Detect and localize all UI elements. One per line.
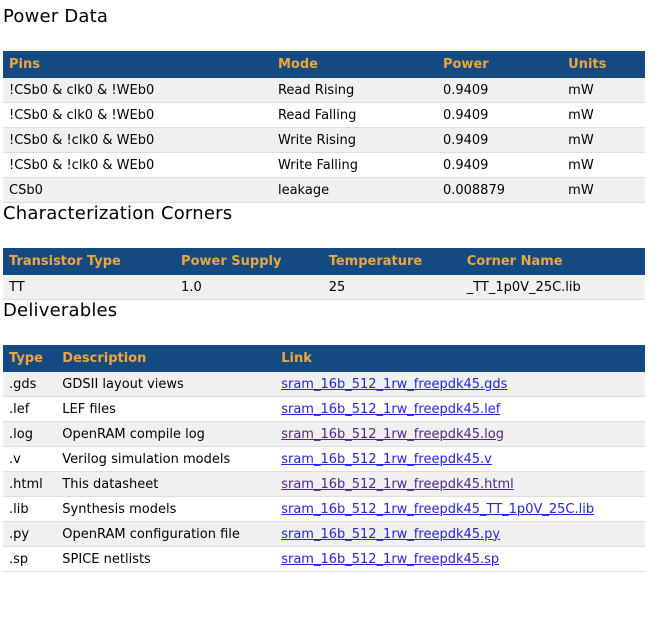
cell-link: sram_16b_512_1rw_freepdk45.html [275,472,645,497]
table-row: .spSPICE netlists sram_16b_512_1rw_freepd… [3,547,645,572]
cell-power-supply: 1.0 [175,275,323,300]
cell-power: 0.9409 [437,103,562,128]
column-header-units: Units [562,51,645,78]
cell-type: .v [3,447,56,472]
cell-description: SPICE netlists [56,547,275,572]
file-link[interactable]: sram_16b_512_1rw_freepdk45.sp [281,552,499,567]
table-row: .vVerilog simulation models sram_16b_512_… [3,447,645,472]
cell-mode: leakage [272,178,437,203]
table-row: .libSynthesis models sram_16b_512_1rw_fre… [3,497,645,522]
deliverables-heading: Deliverables [3,300,646,321]
cell-units: mW [562,178,645,203]
cell-description: This datasheet [56,472,275,497]
column-header-transistor-type: Transistor Type [3,248,175,275]
column-header-temperature: Temperature [323,248,461,275]
table-row: .gdsGDSII layout views sram_16b_512_1rw_f… [3,372,645,397]
cell-power: 0.9409 [437,78,562,103]
cell-mode: Write Falling [272,153,437,178]
characterization-corners-table: Transistor TypePower SupplyTemperatureCo… [3,248,645,300]
cell-pins: !CSb0 & !clk0 & WEb0 [3,128,272,153]
table-row: !CSb0 & !clk0 & WEb0Write Falling0.9409m… [3,153,645,178]
cell-description: GDSII layout views [56,372,275,397]
table-row: .logOpenRAM compile log sram_16b_512_1rw_… [3,422,645,447]
cell-mode: Read Rising [272,78,437,103]
header-row: Transistor TypePower SupplyTemperatureCo… [3,248,645,275]
cell-transistor-type: TT [3,275,175,300]
cell-type: .html [3,472,56,497]
table-row: !CSb0 & !clk0 & WEb0Write Rising0.9409mW [3,128,645,153]
cell-type: .py [3,522,56,547]
cell-description: OpenRAM configuration file [56,522,275,547]
section-characterization-corners: Characterization Corners Transistor Type… [3,203,646,300]
table-row: .pyOpenRAM configuration file sram_16b_51… [3,522,645,547]
table-row: .lefLEF files sram_16b_512_1rw_freepdk45.… [3,397,645,422]
table-row: !CSb0 & clk0 & !WEb0Read Falling0.9409mW [3,103,645,128]
column-header-pins: Pins [3,51,272,78]
cell-type: .lib [3,497,56,522]
cell-description: OpenRAM compile log [56,422,275,447]
cell-type: .sp [3,547,56,572]
cell-link: sram_16b_512_1rw_freepdk45_TT_1p0V_25C.l… [275,497,645,522]
file-link[interactable]: sram_16b_512_1rw_freepdk45.v [281,452,492,467]
cell-type: .lef [3,397,56,422]
file-link[interactable]: sram_16b_512_1rw_freepdk45.py [281,527,500,542]
cell-link: sram_16b_512_1rw_freepdk45.py [275,522,645,547]
cell-description: Synthesis models [56,497,275,522]
cell-pins: !CSb0 & clk0 & !WEb0 [3,78,272,103]
column-header-power-supply: Power Supply [175,248,323,275]
cell-description: Verilog simulation models [56,447,275,472]
table-row: .htmlThis datasheet sram_16b_512_1rw_free… [3,472,645,497]
section-power-data: Power Data PinsModePowerUnits!CSb0 & clk… [3,6,646,203]
cell-power: 0.9409 [437,128,562,153]
cell-temperature: 25 [323,275,461,300]
column-header-link: Link [275,345,645,372]
cell-units: mW [562,103,645,128]
cell-type: .log [3,422,56,447]
header-row: PinsModePowerUnits [3,51,645,78]
file-link[interactable]: sram_16b_512_1rw_freepdk45.lef [281,402,500,417]
column-header-power: Power [437,51,562,78]
cell-pins: !CSb0 & clk0 & !WEb0 [3,103,272,128]
file-link[interactable]: sram_16b_512_1rw_freepdk45.log [281,427,504,442]
column-header-description: Description [56,345,275,372]
cell-description: LEF files [56,397,275,422]
table-row: TT1.025_TT_1p0V_25C.lib [3,275,645,300]
cell-link: sram_16b_512_1rw_freepdk45.sp [275,547,645,572]
power-data-heading: Power Data [3,6,646,27]
cell-power: 0.008879 [437,178,562,203]
cell-link: sram_16b_512_1rw_freepdk45.v [275,447,645,472]
cell-corner-name: _TT_1p0V_25C.lib [461,275,645,300]
file-link[interactable]: sram_16b_512_1rw_freepdk45.html [281,477,514,492]
header-row: TypeDescriptionLink [3,345,645,372]
table-row: CSb0leakage0.008879mW [3,178,645,203]
cell-units: mW [562,153,645,178]
cell-power: 0.9409 [437,153,562,178]
cell-mode: Write Rising [272,128,437,153]
cell-mode: Read Falling [272,103,437,128]
table-row: !CSb0 & clk0 & !WEb0Read Rising0.9409mW [3,78,645,103]
file-link[interactable]: sram_16b_512_1rw_freepdk45_TT_1p0V_25C.l… [281,502,594,517]
deliverables-table: TypeDescriptionLink.gdsGDSII layout view… [3,345,645,572]
cell-pins: !CSb0 & !clk0 & WEb0 [3,153,272,178]
column-header-type: Type [3,345,56,372]
cell-units: mW [562,128,645,153]
cell-link: sram_16b_512_1rw_freepdk45.lef [275,397,645,422]
column-header-mode: Mode [272,51,437,78]
file-link[interactable]: sram_16b_512_1rw_freepdk45.gds [281,377,507,392]
cell-link: sram_16b_512_1rw_freepdk45.gds [275,372,645,397]
cell-type: .gds [3,372,56,397]
characterization-corners-heading: Characterization Corners [3,203,646,224]
section-deliverables: Deliverables TypeDescriptionLink.gdsGDSI… [3,300,646,572]
column-header-corner-name: Corner Name [461,248,645,275]
power-data-table: PinsModePowerUnits!CSb0 & clk0 & !WEb0Re… [3,51,645,203]
cell-units: mW [562,78,645,103]
cell-link: sram_16b_512_1rw_freepdk45.log [275,422,645,447]
cell-pins: CSb0 [3,178,272,203]
